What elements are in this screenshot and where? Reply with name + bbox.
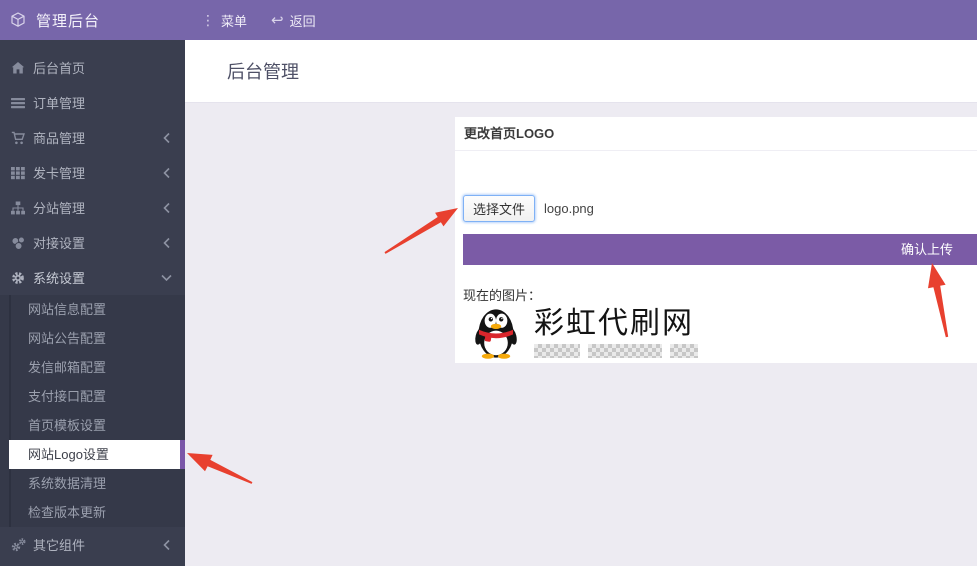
censor-block	[588, 344, 662, 358]
submenu-item-site-info[interactable]: 网站信息配置	[0, 295, 185, 324]
chevron-left-icon	[162, 539, 171, 551]
sidebar-item-label: 对接设置	[33, 233, 162, 252]
choose-file-button[interactable]: 选择文件	[463, 195, 535, 222]
sidebar-item-label: 发卡管理	[33, 163, 162, 182]
app-brand: 管理后台	[0, 10, 185, 31]
list-icon	[10, 95, 26, 111]
submenu-item-version-check[interactable]: 检查版本更新	[0, 498, 185, 527]
censor-block	[670, 344, 698, 358]
chevron-left-icon	[162, 132, 171, 144]
sidebar-item-products[interactable]: 商品管理	[0, 120, 185, 155]
sidebar-item-orders[interactable]: 订单管理	[0, 85, 185, 120]
page-header: 后台管理	[185, 40, 977, 103]
submenu-item-site-notice[interactable]: 网站公告配置	[0, 324, 185, 353]
sitemap-icon	[10, 200, 26, 216]
page-title: 后台管理	[227, 58, 299, 84]
sidebar-item-label: 订单管理	[33, 93, 171, 112]
topbar: 管理后台 ⋮ 菜单 ↩ 返回	[0, 0, 977, 40]
chevron-down-icon	[162, 272, 171, 284]
sidebar-item-api-settings[interactable]: 对接设置	[0, 225, 185, 260]
submenu-item-data-cleanup[interactable]: 系统数据清理	[0, 469, 185, 498]
confirm-upload-button[interactable]: 确认上传	[463, 234, 977, 265]
submenu-item-template-settings[interactable]: 首页模板设置	[0, 411, 185, 440]
sidebar-item-label: 分站管理	[33, 198, 162, 217]
cube-icon	[10, 12, 26, 28]
menu-button[interactable]: ⋮ 菜单	[193, 0, 255, 40]
sidebar-item-substations[interactable]: 分站管理	[0, 190, 185, 225]
sidebar-item-home[interactable]: 后台首页	[0, 50, 185, 85]
back-button-label: 返回	[290, 11, 316, 30]
sidebar-item-label: 后台首页	[33, 58, 171, 77]
sidebar-item-other-components[interactable]: 其它组件	[0, 527, 185, 562]
gear-icon	[10, 270, 26, 286]
app-title: 管理后台	[36, 10, 100, 31]
system-settings-submenu: 网站信息配置 网站公告配置 发信邮箱配置 支付接口配置 首页模板设置 网站Log…	[0, 295, 185, 527]
content-area: 更改首页LOGO 选择文件 logo.png 确认上传 现在的图片：	[185, 103, 977, 566]
back-button[interactable]: ↩ 返回	[263, 0, 324, 40]
submenu-item-logo-settings[interactable]: 网站Logo设置	[9, 440, 185, 469]
menu-button-label: 菜单	[221, 11, 247, 30]
logo-settings-card: 更改首页LOGO 选择文件 logo.png 确认上传 现在的图片：	[455, 117, 977, 363]
sidebar-item-cards[interactable]: 发卡管理	[0, 155, 185, 190]
chevron-left-icon	[162, 202, 171, 214]
current-image-label: 现在的图片：	[463, 285, 977, 304]
submenu-item-payment-config[interactable]: 支付接口配置	[0, 382, 185, 411]
file-input-row: 选择文件 logo.png	[463, 195, 977, 221]
sidebar-item-label: 系统设置	[33, 268, 162, 287]
home-icon	[10, 60, 26, 76]
logo-text: 彩虹代刷网	[534, 307, 698, 341]
sidebar-item-system-settings[interactable]: 系统设置	[0, 260, 185, 295]
censor-block	[534, 344, 580, 358]
coins-icon	[10, 235, 26, 251]
reply-arrow-icon: ↩	[271, 13, 284, 28]
chevron-left-icon	[162, 237, 171, 249]
sidebar-item-label: 商品管理	[33, 128, 162, 147]
sidebar: 后台首页 订单管理 商品管理 发卡管理 分站管理	[0, 40, 185, 566]
chevron-left-icon	[162, 167, 171, 179]
censored-subtitle	[534, 344, 698, 358]
grid-icon	[10, 165, 26, 181]
cart-icon	[10, 130, 26, 146]
selected-file-name: logo.png	[544, 201, 594, 216]
cogs-icon	[10, 537, 26, 553]
current-logo-image: 彩虹代刷网	[472, 307, 977, 359]
kebab-icon: ⋮	[201, 13, 215, 27]
main-area: 后台管理 更改首页LOGO 选择文件 logo.png 确认上传 现在的图片：	[185, 40, 977, 566]
qq-penguin-icon	[472, 307, 520, 359]
logo-text-block: 彩虹代刷网	[534, 307, 698, 358]
submenu-item-mail-config[interactable]: 发信邮箱配置	[0, 353, 185, 382]
card-body: 选择文件 logo.png 确认上传 现在的图片：	[455, 151, 977, 363]
card-title: 更改首页LOGO	[455, 117, 977, 151]
sidebar-item-label: 其它组件	[33, 535, 162, 554]
